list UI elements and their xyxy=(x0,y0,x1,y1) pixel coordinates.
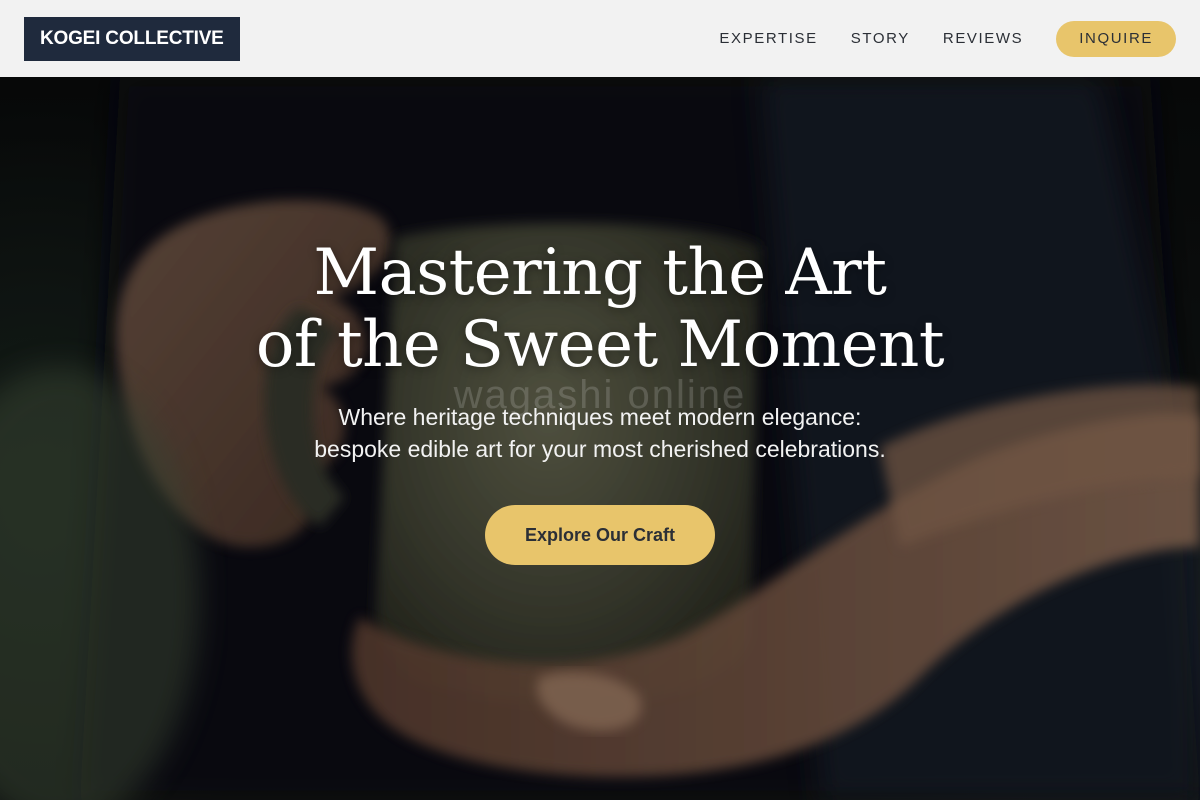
nav-link-story[interactable]: STORY xyxy=(851,30,910,47)
nav-link-expertise[interactable]: EXPERTISE xyxy=(719,30,817,47)
hero-content: Mastering the Art of the Sweet Moment Wh… xyxy=(0,77,1200,800)
hero-title: Mastering the Art of the Sweet Moment xyxy=(255,236,945,382)
site-header: KOGEI COLLECTIVE EXPERTISE STORY REVIEWS… xyxy=(0,0,1200,77)
hero-section: wagashi online Mastering the Art of the … xyxy=(0,77,1200,800)
main-nav: EXPERTISE STORY REVIEWS INQUIRE xyxy=(719,20,1176,57)
hero-subtitle-line-2: bespoke edible art for your most cherish… xyxy=(314,436,886,462)
nav-link-reviews[interactable]: REVIEWS xyxy=(943,30,1023,47)
hero-subtitle: Where heritage techniques meet modern el… xyxy=(314,401,885,465)
hero-subtitle-line-1: Where heritage techniques meet modern el… xyxy=(338,404,862,430)
brand-logo[interactable]: KOGEI COLLECTIVE xyxy=(24,16,240,61)
explore-craft-button[interactable]: Explore Our Craft xyxy=(485,505,715,565)
inquire-button[interactable]: INQUIRE xyxy=(1056,20,1176,57)
hero-title-line-1: Mastering the Art xyxy=(313,236,887,310)
hero-title-line-2: of the Sweet Moment xyxy=(255,308,945,382)
